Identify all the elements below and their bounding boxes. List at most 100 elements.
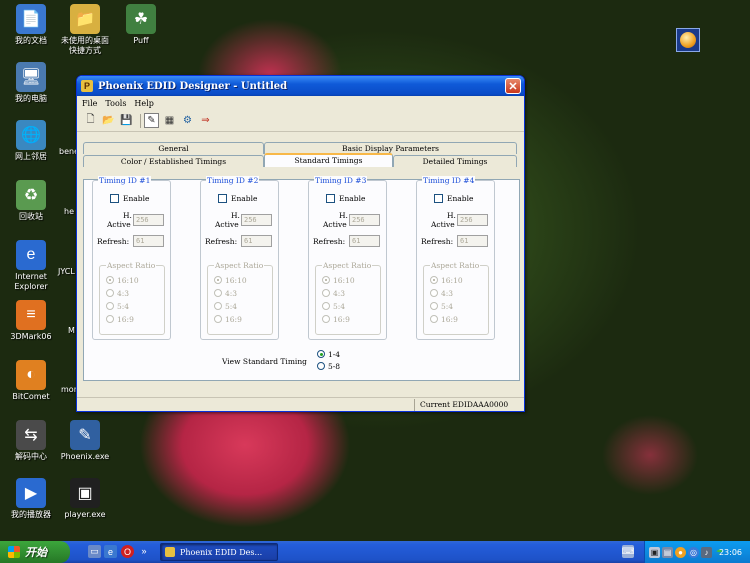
aspect-radio-16-10[interactable] [106,276,114,284]
aspect-radio-4-3[interactable] [106,289,114,297]
enable-checkbox[interactable] [110,194,119,203]
tab-detailed-timings[interactable]: Detailed Timings [393,155,517,167]
aspect-radio-4-3[interactable] [430,289,438,297]
desktop-icon-my-documents[interactable]: 📄 我的文档 [0,4,62,46]
tray-speaker-icon[interactable]: ♪ [701,546,712,558]
view-1-4-radio[interactable] [317,350,325,358]
desktop-icon-label: 解码中心 [15,452,47,461]
tray-globe-icon[interactable]: ◎ [688,546,699,558]
desktop-icon-3dmark06[interactable]: ≡ 3DMark06 [0,300,62,342]
aspect-label: 16:9 [117,315,134,324]
unused-shortcuts-icon: 📁 [70,4,100,34]
desktop-icon-internet-explorer[interactable]: e Internet Explorer [0,240,62,292]
active-label: Active [431,220,455,229]
quicklaunch-opera-icon[interactable]: O [121,545,134,558]
open-icon[interactable]: 📂 [101,113,116,128]
active-input[interactable]: 256 [133,214,164,226]
keyboard-icon[interactable]: ⌨ [622,545,635,558]
enable-checkbox[interactable] [218,194,227,203]
aspect-radio-16-10[interactable] [214,276,222,284]
grid-icon[interactable]: ▦ [162,113,177,128]
tray-monitor-icon[interactable]: ▣ [649,546,660,558]
desktop-icon-bitcomet[interactable]: ◐ BitComet [0,360,62,402]
tray-network-icon[interactable]: ▤ [662,546,673,558]
aspect-radio-5-4[interactable] [106,302,114,310]
active-input[interactable]: 256 [349,214,380,226]
wizard-icon[interactable]: ⚙ [180,113,195,128]
aspect-radio-16-9[interactable] [430,315,438,323]
refresh-input[interactable]: 61 [241,235,272,247]
toolbar: 🗋 📂 💾 ✎ ▦ ⚙ ⇒ [77,110,524,132]
tab-general[interactable]: General [83,142,264,154]
app-icon: P [81,80,93,92]
enable-checkbox[interactable] [326,194,335,203]
view-1-4-label: 1-4 [328,350,341,359]
timing-group-1: Timing ID #1 Enable H. Active 256 Refres… [92,176,171,340]
aspect-radio-16-10[interactable] [430,276,438,284]
convert-icon[interactable]: ⇒ [198,113,213,128]
aspect-radio-4-3[interactable] [322,289,330,297]
tray-orb-icon[interactable]: ● [675,546,686,558]
h-label: H. [231,211,240,220]
start-button[interactable]: 开始 [0,541,70,563]
title-bar[interactable]: P Phoenix EDID Designer - Untitled ✕ [77,76,524,96]
h-label: H. [123,211,132,220]
desktop-icon-unused-shortcuts[interactable]: 📁 未使用的桌面 快捷方式 [54,4,116,56]
aspect-label: 16:10 [225,276,247,285]
aspect-radio-16-10[interactable] [322,276,330,284]
aspect-radio-5-4[interactable] [214,302,222,310]
aspect-radio-16-9[interactable] [322,315,330,323]
desktop-icon-network-places[interactable]: 🌐 网上邻居 [0,120,62,162]
aspect-label: 5:4 [441,302,454,311]
refresh-input[interactable]: 61 [457,235,488,247]
desktop-icon-my-computer[interactable]: 🖥 我的电脑 [0,62,62,104]
save-icon[interactable]: 💾 [119,113,134,128]
new-icon[interactable]: 🗋 [83,113,98,128]
desktop-icon-decoder-center[interactable]: ⇆ 解码中心 [0,420,62,462]
network-places-icon: 🌐 [16,120,46,150]
aspect-radio-5-4[interactable] [322,302,330,310]
desktop-icon-phoenix-exe[interactable]: ✎ Phoenix.exe [54,420,116,462]
desktop-icon-label: Explorer [14,282,48,291]
desktop-icon-label: 回收站 [19,212,43,221]
view-5-8-radio[interactable] [317,362,325,370]
active-input[interactable]: 256 [457,214,488,226]
quicklaunch-more-icon[interactable]: » [139,544,149,557]
system-tray: ▣ ▤ ● ◎ ♪ ☂ 23:06 [644,541,750,563]
refresh-label: Refresh: [421,237,454,246]
orb-icon[interactable] [676,28,700,52]
start-label: 开始 [25,546,47,559]
close-button[interactable]: ✕ [505,78,521,94]
aspect-radio-5-4[interactable] [430,302,438,310]
aspect-radio-4-3[interactable] [214,289,222,297]
tab-color-established[interactable]: Color / Established Timings [83,155,264,167]
refresh-input[interactable]: 61 [349,235,380,247]
desktop-icon-puff[interactable]: ☘ Puff [110,4,172,46]
show-desktop-icon[interactable]: ▭ [88,545,101,558]
taskbar-window-button[interactable]: Phoenix EDID Des... [160,543,278,561]
aspect-ratio-title: Aspect Ratio [430,261,481,270]
tab-standard-timings[interactable]: Standard Timings [264,153,393,167]
desktop-icon-my-player[interactable]: ▶ 我的播放器 [0,478,62,520]
aspect-label: 4:3 [441,289,454,298]
refresh-label: Refresh: [313,237,346,246]
active-label: Active [107,220,131,229]
desktop-icon-recycle-bin[interactable]: ♻ 回收站 [0,180,62,222]
taskbar: 开始 ▭ e O » Phoenix EDID Des... ⌨ ▣ ▤ ● ◎… [0,541,750,563]
refresh-input[interactable]: 61 [133,235,164,247]
menu-tools[interactable]: Tools [105,99,126,108]
aspect-radio-16-9[interactable] [214,315,222,323]
active-input[interactable]: 256 [241,214,272,226]
quicklaunch-ie-icon[interactable]: e [104,545,117,558]
enable-checkbox[interactable] [434,194,443,203]
edit-icon[interactable]: ✎ [144,113,159,128]
my-computer-icon: 🖥 [16,62,46,92]
aspect-label: 4:3 [333,289,346,298]
menu-file[interactable]: File [82,99,97,108]
recycle-bin-icon: ♻ [16,180,46,210]
timing-group-4: Timing ID #4 Enable H. Active 256 Refres… [416,176,495,340]
desktop-icon-player-exe[interactable]: ▣ player.exe [54,478,116,520]
desktop-icon-label: 我的电脑 [15,94,47,103]
aspect-radio-16-9[interactable] [106,315,114,323]
menu-help[interactable]: Help [134,99,153,108]
